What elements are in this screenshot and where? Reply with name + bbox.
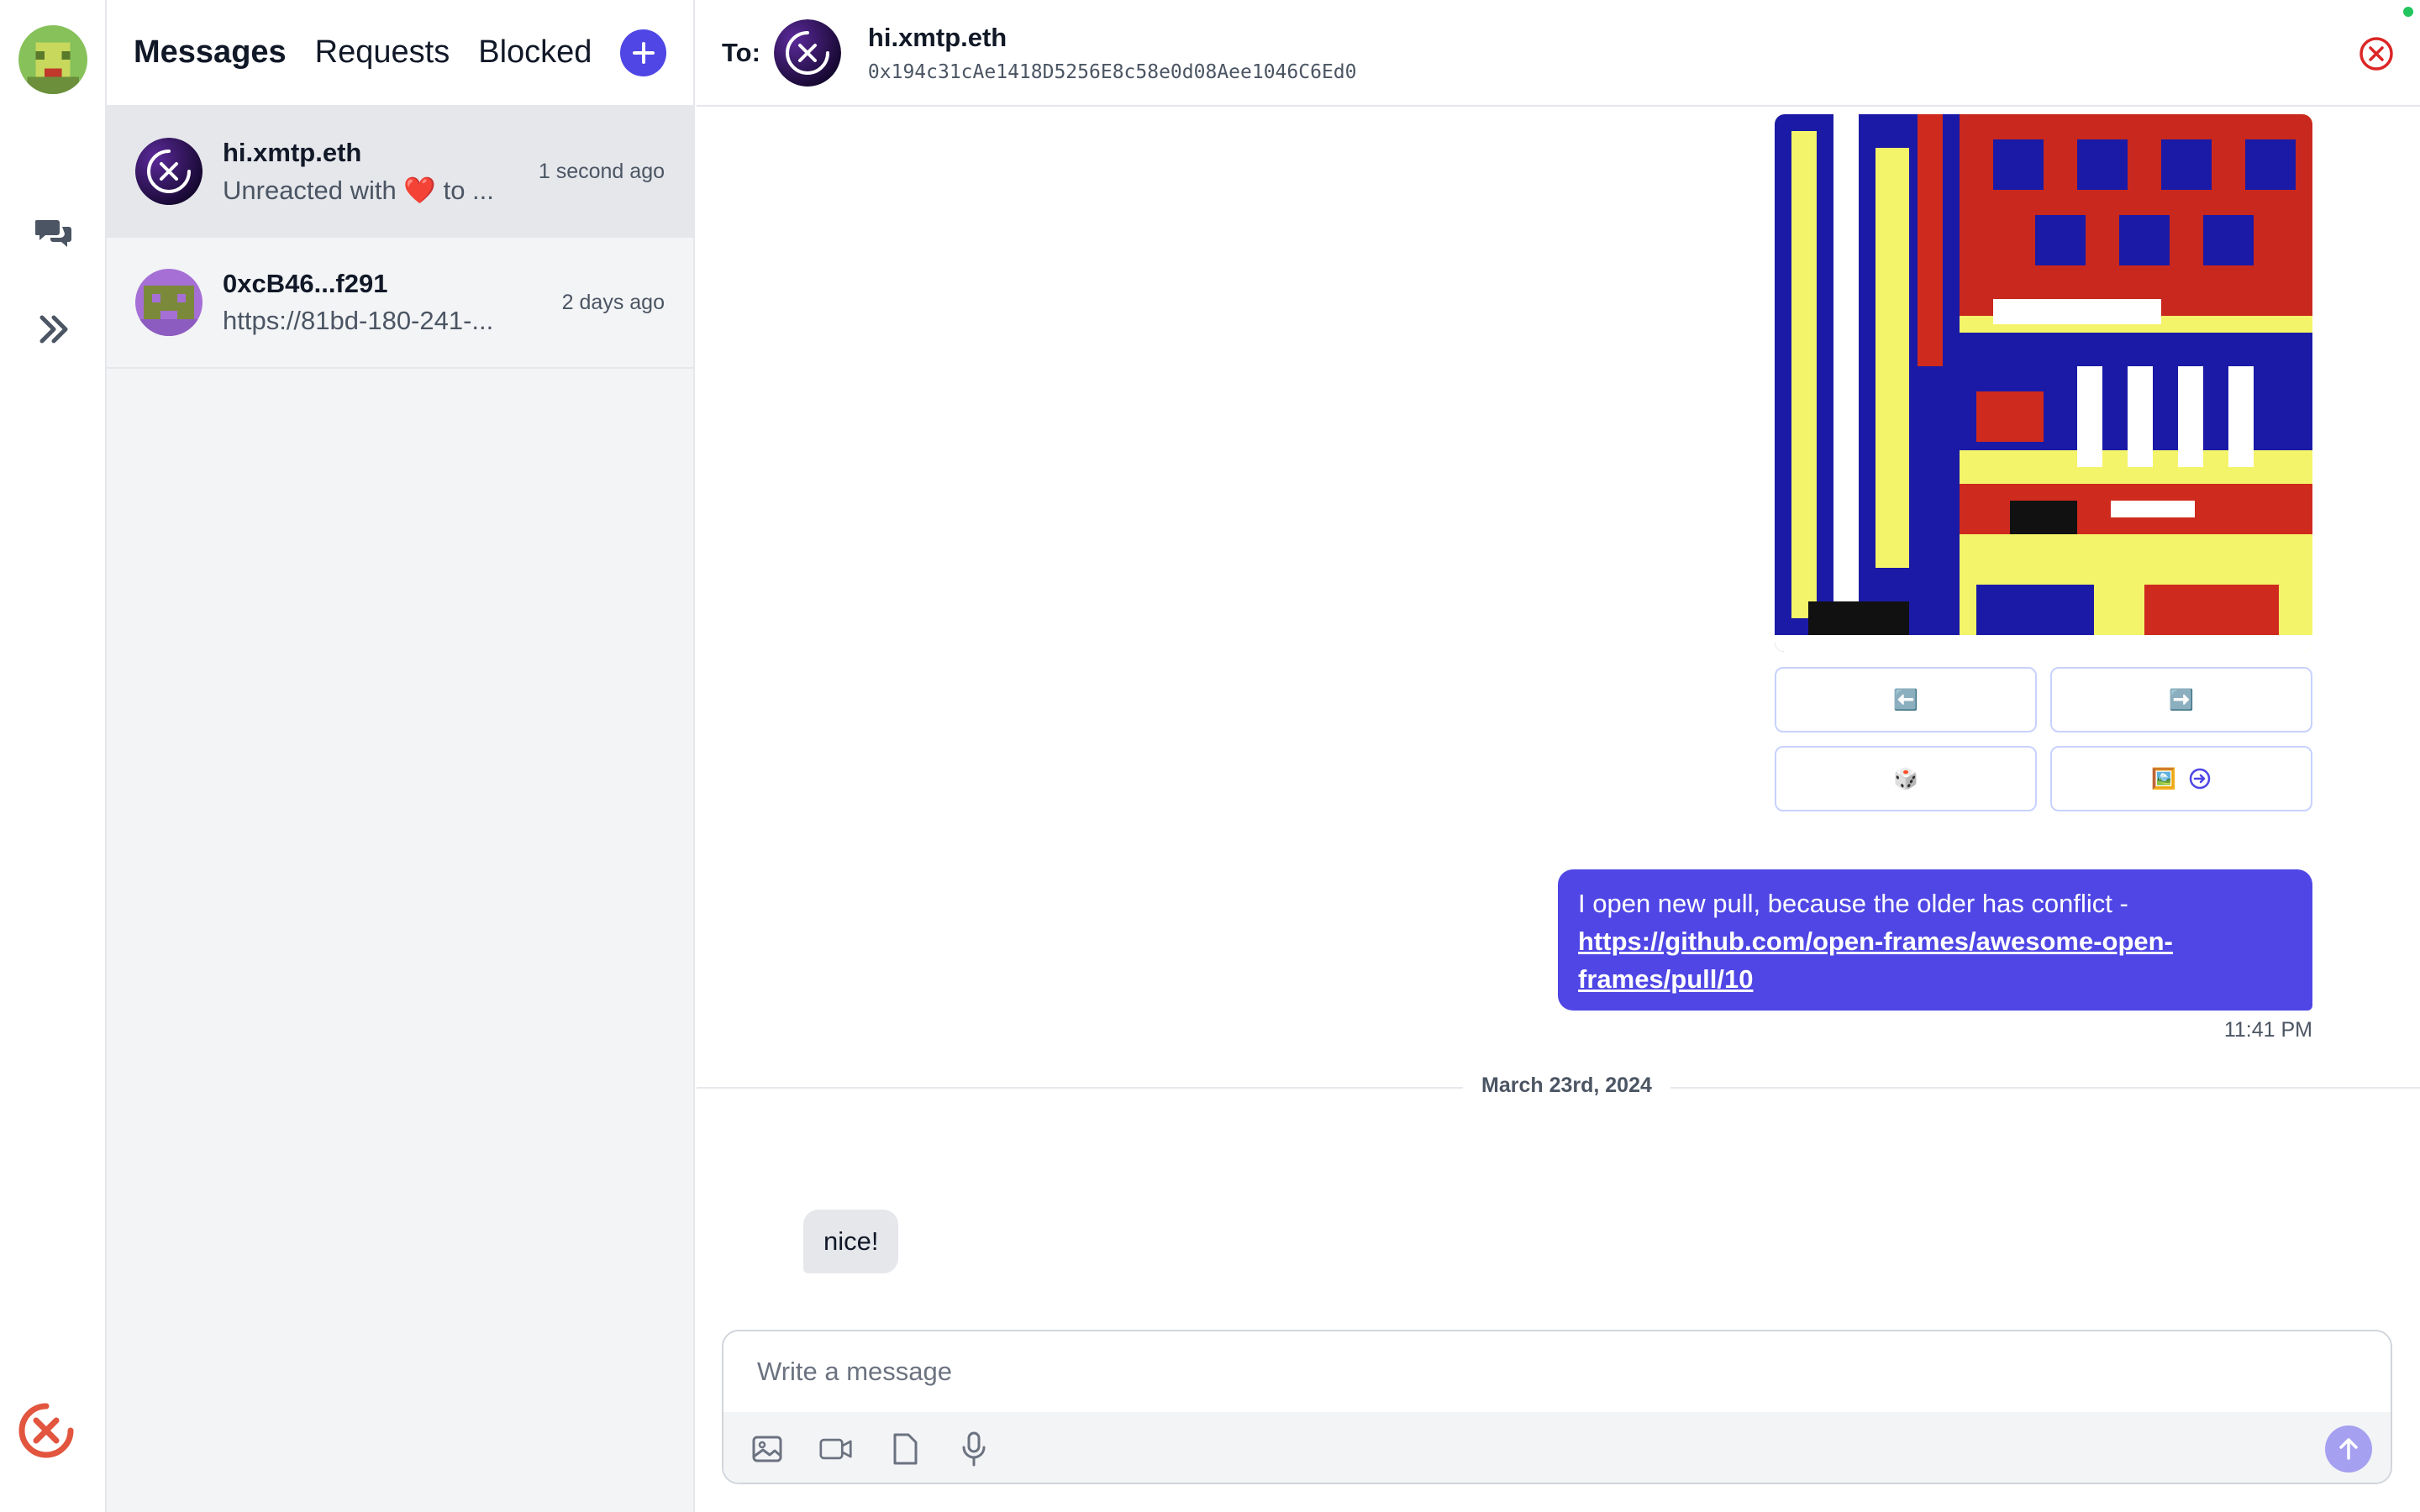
frame-image — [1775, 114, 2312, 652]
online-indicator — [2403, 7, 2413, 17]
frame-button-label: 🖼️ — [2151, 767, 2176, 790]
chat-bubbles-icon[interactable] — [34, 213, 74, 254]
conversation-list-panel: Messages Requests Blocked hi.xmtp.eth Un… — [107, 0, 695, 1512]
to-label: To: — [722, 37, 760, 67]
frame-button-link[interactable]: 🖼️ — [2050, 746, 2312, 811]
send-button[interactable] — [2325, 1425, 2372, 1473]
frame-button-label: ⬅️ — [1893, 688, 1918, 711]
conversation-preview: https://81bd-180-241-... — [223, 306, 494, 335]
frame-button-random[interactable]: 🎲 — [1775, 746, 2037, 811]
conversation-preview: Unreacted with ❤️ to ... — [223, 175, 494, 205]
list-header: Messages Requests Blocked — [107, 0, 693, 107]
close-icon[interactable] — [2358, 35, 2395, 72]
date-label: March 23rd, 2024 — [1463, 1074, 1670, 1098]
composer-toolbar — [723, 1412, 2391, 1483]
message-composer: Write a message — [722, 1330, 2392, 1484]
user-avatar[interactable] — [18, 25, 87, 94]
incoming-message: nice! — [803, 1210, 899, 1273]
tab-requests[interactable]: Requests — [315, 34, 450, 71]
double-chevron-right-icon[interactable] — [34, 309, 74, 349]
frame-button-next[interactable]: ➡️ — [2050, 667, 2312, 732]
file-icon[interactable] — [888, 1432, 922, 1466]
microphone-icon[interactable] — [957, 1431, 991, 1467]
image-icon[interactable] — [750, 1432, 784, 1466]
pixel-avatar — [135, 269, 203, 336]
frame-button-prev[interactable]: ⬅️ — [1775, 667, 2037, 732]
new-conversation-button[interactable] — [620, 29, 666, 76]
plus-icon — [632, 41, 655, 64]
outgoing-message: I open new pull, because the older has c… — [1558, 869, 2312, 1011]
external-link-icon — [2189, 768, 2211, 790]
message-time: 11:41 PM — [2223, 1018, 2312, 1042]
message-input[interactable]: Write a message — [723, 1331, 2391, 1412]
conversation-name: hi.xmtp.eth — [223, 137, 362, 167]
app-rail — [0, 0, 107, 1512]
recipient-avatar — [773, 18, 841, 87]
recipient-address: 0x194c31cAe1418D5256E8c58e0d08Aee1046C6E… — [867, 60, 1357, 83]
xmtp-avatar — [135, 138, 203, 205]
video-icon[interactable] — [819, 1432, 853, 1466]
chat-panel: To: hi.xmtp.eth 0x194c31cAe1418D5256E8c5… — [697, 0, 2420, 1512]
arrow-up-icon — [2339, 1438, 2358, 1460]
conversation-time: 1 second ago — [538, 159, 665, 183]
conversation-item-0xcb46[interactable]: 0xcB46...f291 https://81bd-180-241-... 2… — [107, 238, 693, 369]
conversation-name: 0xcB46...f291 — [223, 269, 388, 298]
xmtp-logo-icon[interactable] — [17, 1401, 76, 1460]
conversation-time: 2 days ago — [561, 290, 665, 314]
frame-button-label: 🎲 — [1893, 767, 1918, 790]
message-text: I open new pull, because the older has c… — [1578, 889, 2128, 918]
recipient-name: hi.xmtp.eth — [867, 22, 1007, 52]
message-link[interactable]: https://github.com/open-frames/awesome-o… — [1578, 927, 2173, 994]
tab-messages[interactable]: Messages — [134, 34, 287, 71]
chat-header: To: hi.xmtp.eth 0x194c31cAe1418D5256E8c5… — [697, 0, 2420, 107]
frame-button-label: ➡️ — [2169, 688, 2194, 711]
tab-blocked[interactable]: Blocked — [478, 34, 592, 71]
conversation-item-hi-xmtp[interactable]: hi.xmtp.eth Unreacted with ❤️ to ... 1 s… — [107, 107, 693, 238]
